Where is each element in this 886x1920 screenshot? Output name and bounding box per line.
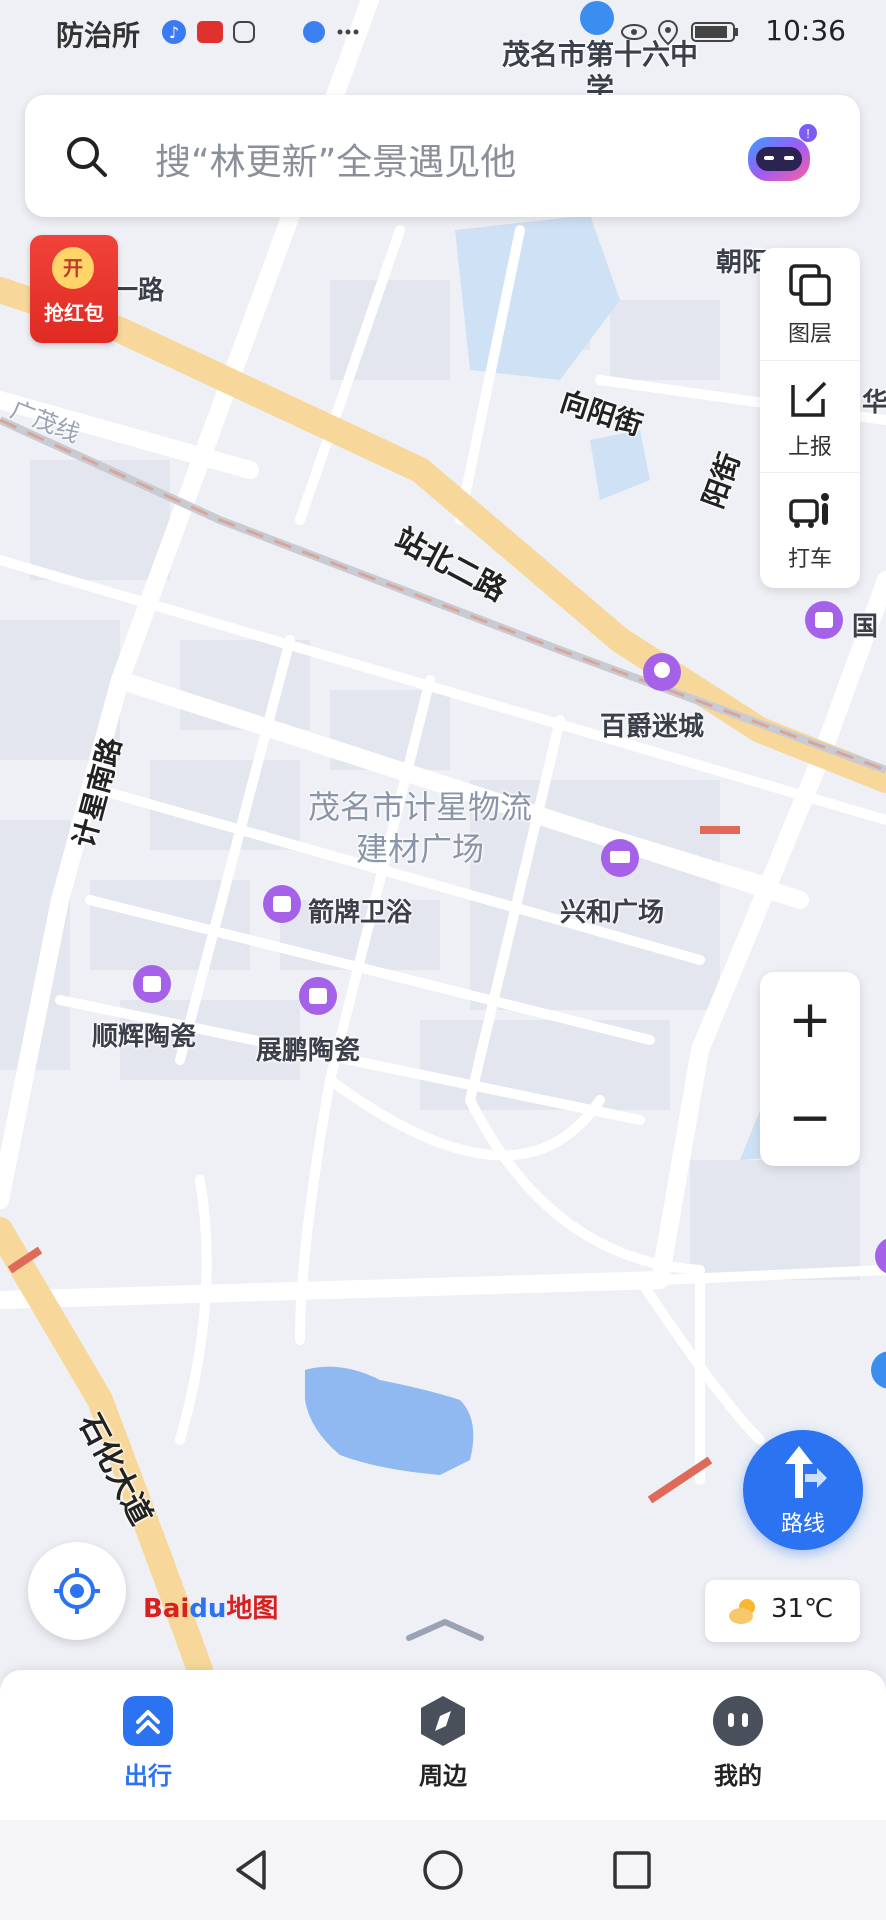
zoom-control: + − (760, 972, 860, 1166)
browser-icon (303, 21, 325, 43)
map-label-jianpai[interactable]: 箭牌卫浴 (308, 892, 412, 929)
location-status-icon (657, 19, 679, 46)
huawei-icon (197, 21, 223, 43)
entertainment-pin-icon[interactable] (640, 652, 684, 702)
bottom-navigation: 出行 周边 我的 (0, 1670, 886, 1820)
layers-label: 图层 (787, 322, 832, 347)
shop-pin-icon[interactable] (802, 600, 846, 650)
layers-button[interactable]: 图层 (760, 248, 860, 360)
layers-icon (789, 264, 831, 306)
music-icon: ♪ (162, 20, 186, 44)
weather-temperature: 31℃ (771, 1594, 834, 1624)
red-packet-coin: 开 (52, 247, 94, 289)
logo-du: du (189, 1594, 227, 1624)
system-navigation-bar (0, 1820, 886, 1920)
map-label-logistics-area[interactable]: 茂名市计星物流建材广场 (300, 786, 540, 870)
status-bar: 防治所 ♪ 10:36 (0, 0, 886, 64)
report-button[interactable]: 上报 (760, 360, 860, 473)
profile-icon (713, 1696, 763, 1746)
map-tools-panel: 图层 上报 打车 (760, 248, 860, 588)
map-label-baijue[interactable]: 百爵迷城 (600, 706, 704, 743)
map-label-xinghe[interactable]: 兴和广场 (560, 892, 664, 929)
tab-travel-label: 出行 (124, 1762, 172, 1790)
weather-widget[interactable]: 31℃ (705, 1580, 860, 1642)
recent-apps-icon[interactable] (610, 1848, 654, 1892)
partly-sunny-icon (729, 1599, 755, 1624)
locate-me-button[interactable] (28, 1542, 126, 1640)
route-button[interactable]: 路线 (743, 1430, 863, 1550)
map-label-guo[interactable]: 国 (852, 606, 878, 643)
travel-icon (123, 1696, 173, 1746)
zoom-out-button[interactable]: − (760, 1070, 860, 1166)
map-label-hua: 华 (862, 388, 886, 418)
shop-pin-icon[interactable] (130, 964, 174, 1014)
tab-travel[interactable]: 出行 (68, 1696, 228, 1796)
assistant-bot-icon[interactable]: ! (744, 123, 820, 189)
drawer-handle-icon[interactable] (405, 1618, 485, 1642)
building-pin-icon[interactable] (868, 1350, 886, 1400)
tab-mine[interactable]: 我的 (658, 1696, 818, 1796)
taxi-icon (789, 493, 829, 528)
tab-nearby[interactable]: 周边 (363, 1696, 523, 1796)
taxi-button[interactable]: 打车 (760, 472, 860, 585)
shop-pin-icon[interactable] (872, 1236, 886, 1286)
baidu-map-logo: Baidu地图 (143, 1588, 278, 1625)
shop-pin-icon[interactable] (296, 976, 340, 1026)
home-icon[interactable] (421, 1848, 465, 1892)
zoom-in-button[interactable]: + (760, 972, 860, 1068)
locate-icon (54, 1568, 100, 1614)
back-icon[interactable] (230, 1848, 274, 1892)
red-packet-button[interactable]: 开 抢红包 (30, 235, 118, 343)
battery-icon (691, 22, 738, 42)
search-placeholder[interactable]: 搜“林更新”全景遇见他 (155, 133, 516, 185)
report-icon (791, 381, 827, 417)
search-bar[interactable]: 搜“林更新”全景遇见他 ! (25, 95, 860, 217)
report-label: 上报 (787, 435, 832, 460)
tab-nearby-label: 周边 (419, 1762, 467, 1790)
logo-map: 地图 (226, 1594, 279, 1624)
more-icon (337, 29, 359, 35)
route-label: 路线 (780, 1512, 825, 1537)
tab-mine-label: 我的 (714, 1762, 762, 1790)
search-icon (67, 137, 107, 177)
status-left-text: 防治所 (56, 19, 141, 52)
shopping-cart-pin-icon[interactable] (598, 838, 642, 888)
red-packet-label: 抢红包 (44, 301, 104, 325)
logo-bai: Bai (143, 1594, 190, 1624)
map-label-shunhui[interactable]: 顺辉陶瓷 (92, 1016, 196, 1053)
shop-pin-icon[interactable] (260, 884, 304, 934)
svg-text:♪: ♪ (169, 23, 179, 42)
map-label-zhanpeng[interactable]: 展鹏陶瓷 (256, 1030, 360, 1067)
status-time: 10:36 (765, 14, 846, 47)
route-arrow-icon (785, 1446, 827, 1498)
compass-icon (421, 1696, 465, 1746)
taxi-label: 打车 (787, 547, 832, 572)
svg-text:!: ! (806, 126, 810, 141)
hand-icon (233, 21, 255, 43)
map-label-road-1: 一路 (112, 276, 165, 306)
eye-icon (621, 24, 647, 40)
